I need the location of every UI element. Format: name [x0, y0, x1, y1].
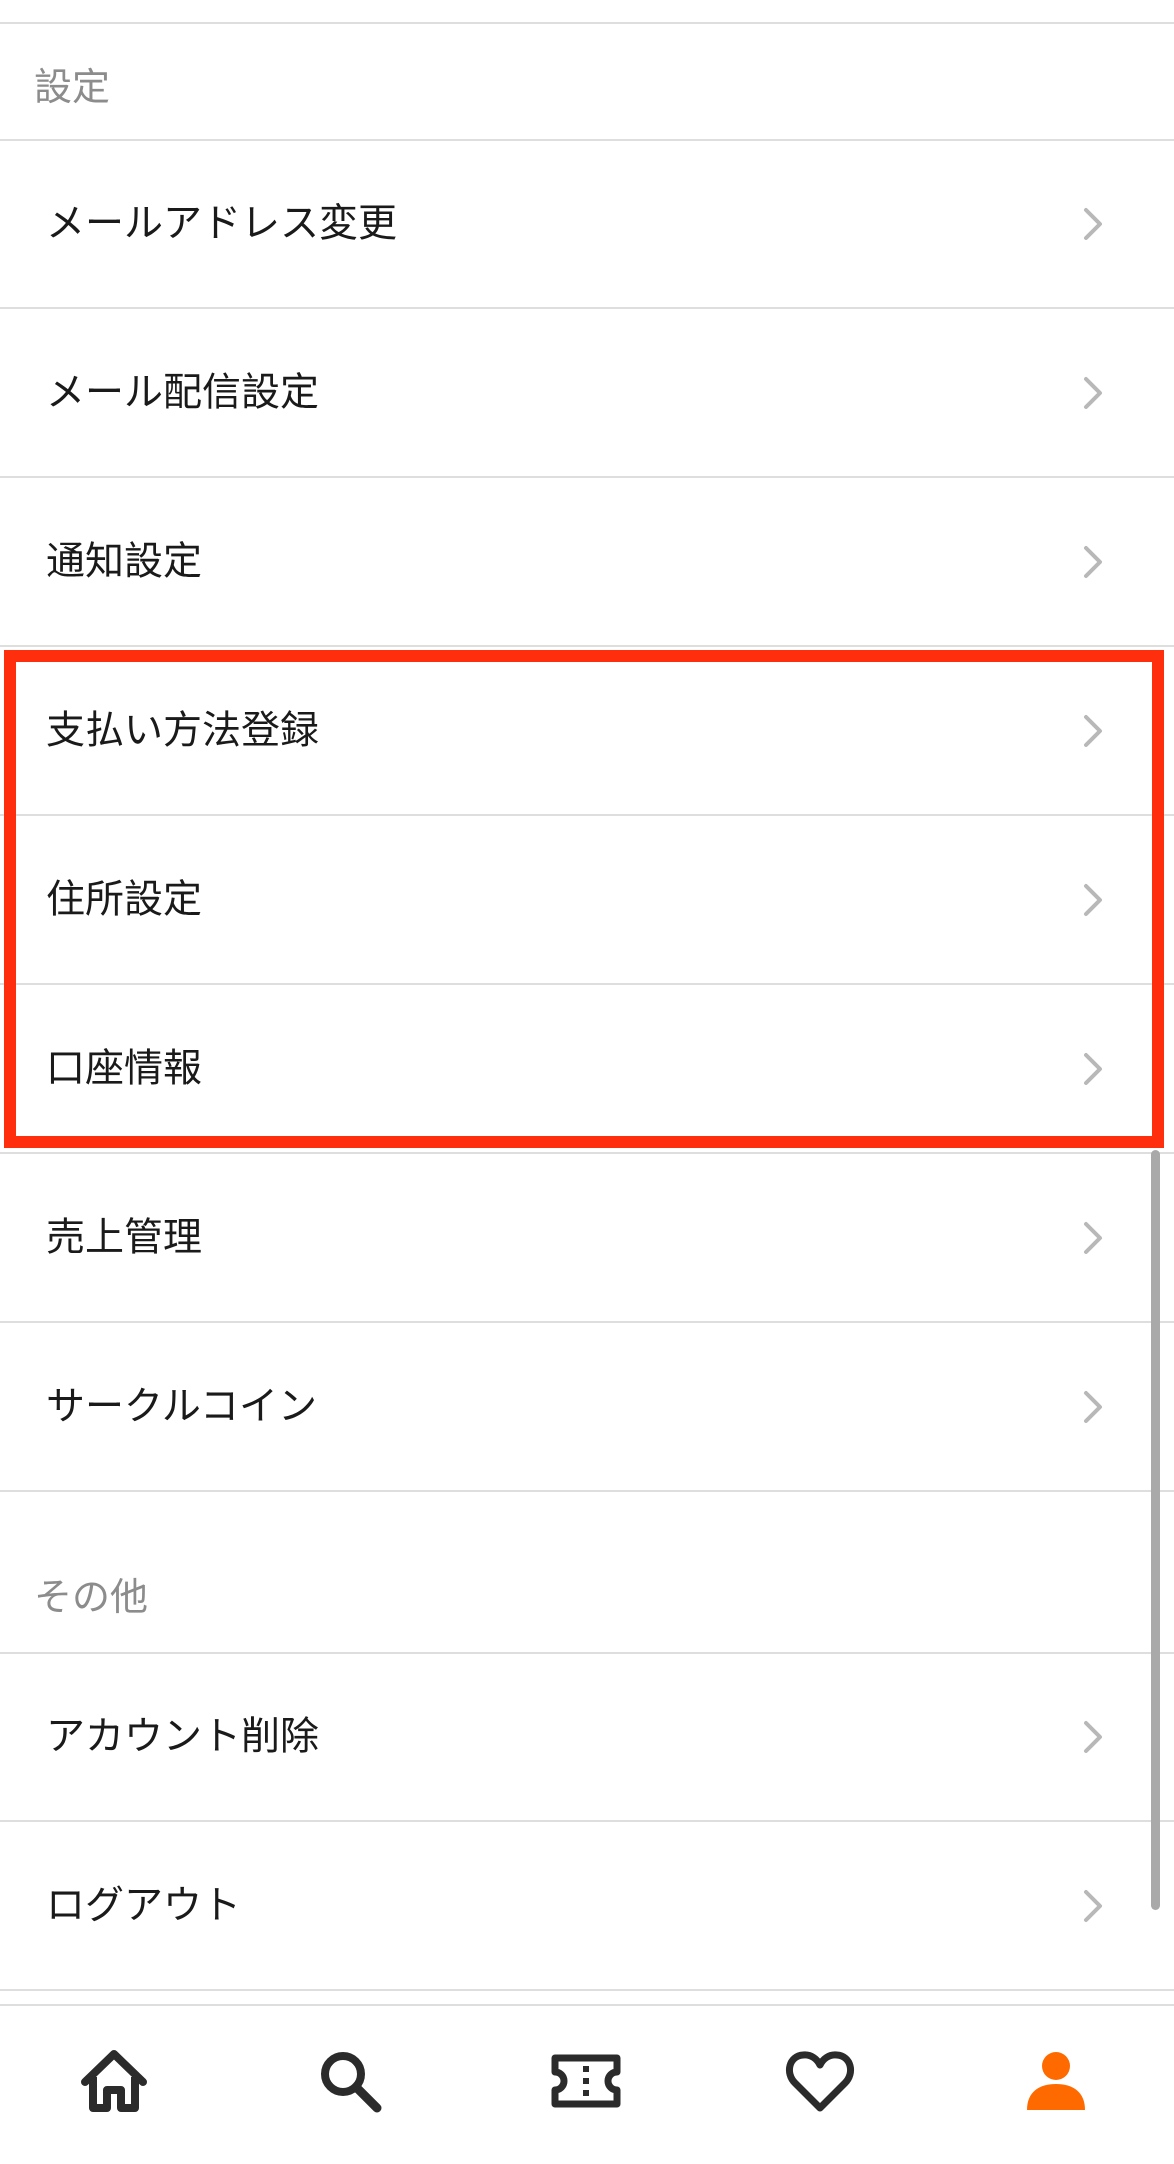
- tab-profile[interactable]: [996, 2006, 1116, 2156]
- home-icon: [81, 2050, 147, 2112]
- menu-item-label: 通知設定: [46, 539, 203, 585]
- search-icon: [321, 2052, 382, 2113]
- menu-item-label: 住所設定: [46, 877, 203, 923]
- menu-item-circle-coin[interactable]: サークルコイン: [0, 1324, 1174, 1492]
- chevron-right-icon: [1084, 1391, 1102, 1423]
- top-divider: [0, 22, 1174, 24]
- chevron-right-icon: [1084, 715, 1102, 747]
- scrollbar[interactable]: [1151, 1150, 1160, 1910]
- menu-item-label: 口座情報: [46, 1046, 203, 1092]
- menu-item-logout[interactable]: ログアウト: [0, 1823, 1174, 1991]
- menu-item-label: 支払い方法登録: [46, 708, 320, 754]
- chevron-right-icon: [1084, 1721, 1102, 1753]
- chevron-right-icon: [1084, 1890, 1102, 1922]
- chevron-right-icon: [1084, 208, 1102, 240]
- tab-search[interactable]: [290, 2006, 410, 2156]
- menu-item-label: サークルコイン: [46, 1384, 318, 1430]
- chevron-right-icon: [1084, 884, 1102, 916]
- menu-item-payment-method[interactable]: 支払い方法登録: [0, 648, 1174, 816]
- bottom-tab-bar: [0, 2004, 1174, 2164]
- menu-item-label: 売上管理: [46, 1215, 203, 1261]
- menu-item-bank-account[interactable]: 口座情報: [0, 986, 1174, 1154]
- ticket-icon: [551, 2054, 621, 2108]
- menu-item-sales[interactable]: 売上管理: [0, 1155, 1174, 1323]
- menu-item-address[interactable]: 住所設定: [0, 817, 1174, 985]
- chevron-right-icon: [1084, 1053, 1102, 1085]
- heart-icon: [785, 2051, 855, 2112]
- menu-item-label: メール配信設定: [46, 370, 320, 416]
- tab-favorites[interactable]: [760, 2006, 880, 2156]
- menu-item-email-change[interactable]: メールアドレス変更: [0, 141, 1174, 309]
- section-header-settings: 設定: [34, 65, 111, 109]
- tab-ticket[interactable]: [526, 2006, 646, 2156]
- section-header-other: その他: [34, 1575, 149, 1619]
- tab-home[interactable]: [54, 2006, 174, 2156]
- profile-icon: [1027, 2052, 1085, 2110]
- chevron-right-icon: [1084, 1222, 1102, 1254]
- menu-item-label: ログアウト: [46, 1883, 242, 1929]
- menu-item-notification[interactable]: 通知設定: [0, 479, 1174, 647]
- chevron-right-icon: [1084, 546, 1102, 578]
- menu-item-label: メールアドレス変更: [46, 201, 398, 247]
- chevron-right-icon: [1084, 377, 1102, 409]
- menu-item-label: アカウント削除: [46, 1714, 320, 1760]
- menu-item-email-delivery[interactable]: メール配信設定: [0, 310, 1174, 478]
- menu-item-delete-account[interactable]: アカウント削除: [0, 1654, 1174, 1822]
